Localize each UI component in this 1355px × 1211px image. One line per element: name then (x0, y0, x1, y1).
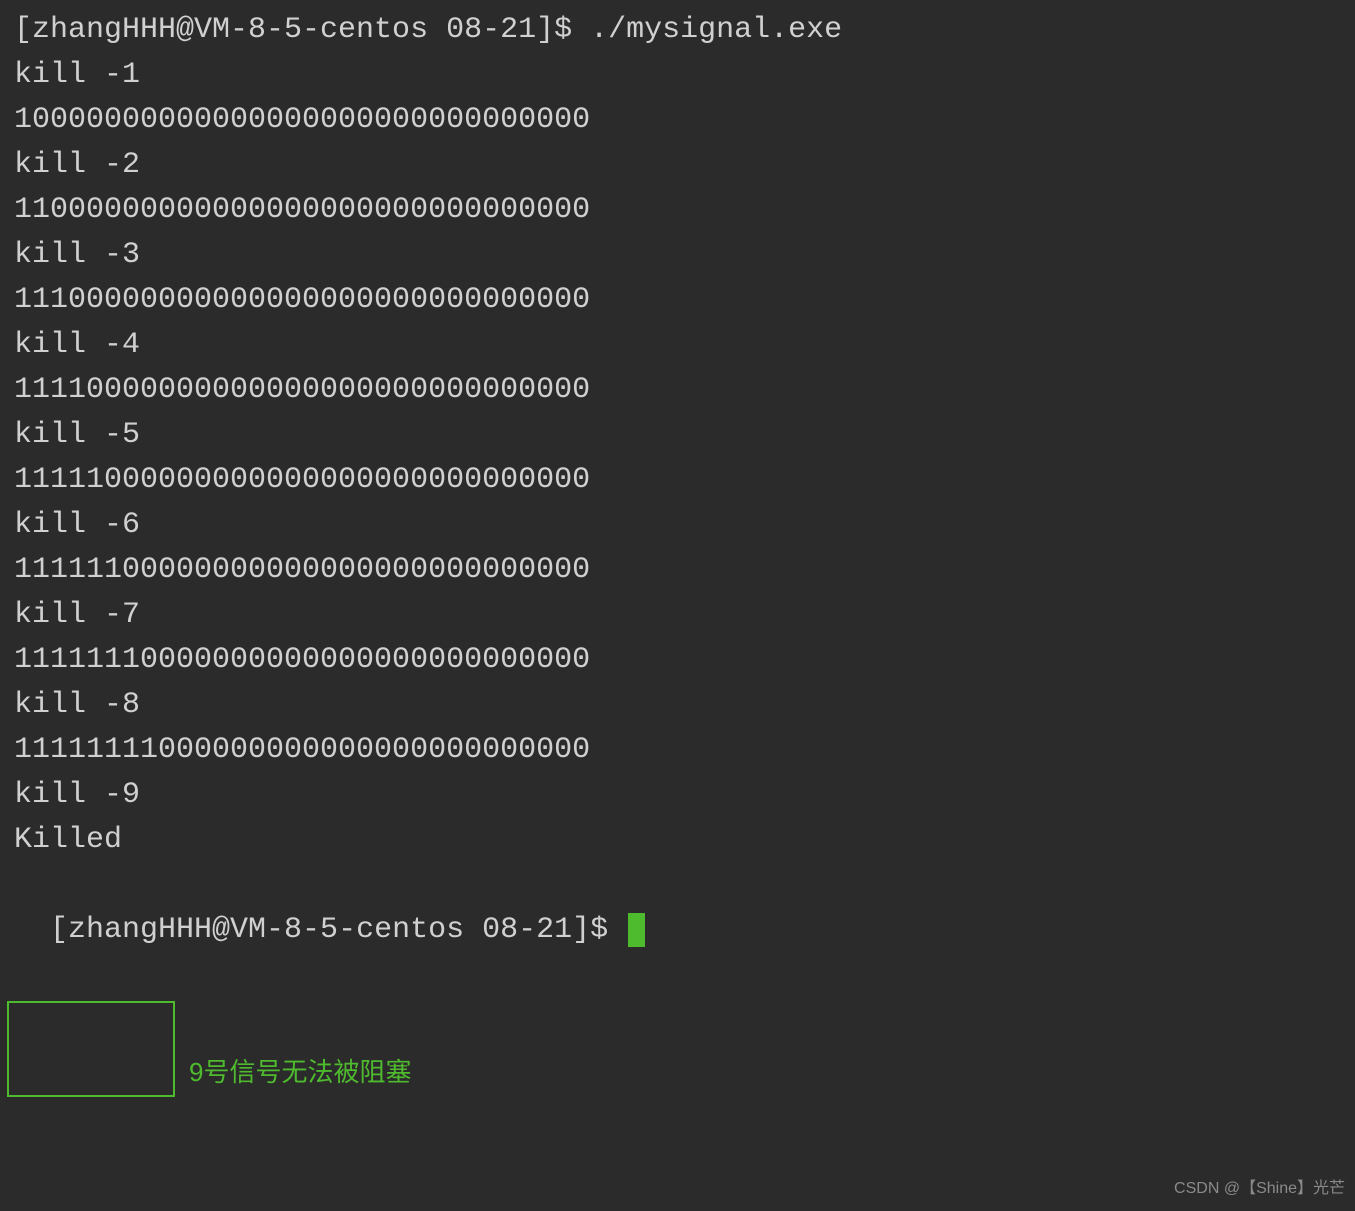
terminal-cursor (628, 913, 645, 947)
prompt-text: [zhangHHH@VM-8-5-centos 08-21]$ (50, 913, 626, 947)
terminal-output-line: kill -8 (14, 683, 1355, 728)
terminal-output-line: 11111110000000000000000000000000 (14, 638, 1355, 683)
terminal-output-line: kill -5 (14, 413, 1355, 458)
terminal-output-line: 11111000000000000000000000000000 (14, 458, 1355, 503)
terminal-output-line: 10000000000000000000000000000000 (14, 98, 1355, 143)
terminal-output-line: kill -9 (14, 773, 1355, 818)
terminal-output-line: kill -2 (14, 143, 1355, 188)
terminal-output-line: 11111111000000000000000000000000 (14, 728, 1355, 773)
terminal-output-line: 11110000000000000000000000000000 (14, 368, 1355, 413)
terminal-output-line: Killed (14, 818, 1355, 863)
terminal-output-line: 11111100000000000000000000000000 (14, 548, 1355, 593)
terminal-output-line: kill -6 (14, 503, 1355, 548)
terminal-output-line: kill -3 (14, 233, 1355, 278)
terminal-prompt-line: [zhangHHH@VM-8-5-centos 08-21]$ ./mysign… (14, 8, 1355, 53)
terminal-output-line: 11100000000000000000000000000000 (14, 278, 1355, 323)
annotation-text: 9号信号无法被阻塞 (189, 1053, 411, 1092)
terminal-output-line: kill -7 (14, 593, 1355, 638)
terminal-prompt-line[interactable]: [zhangHHH@VM-8-5-centos 08-21]$ (14, 863, 1355, 953)
watermark: CSDN @【Shine】光芒 (1174, 1177, 1345, 1201)
highlight-box (7, 1001, 175, 1097)
terminal-output-line: 11000000000000000000000000000000 (14, 188, 1355, 233)
terminal-output-line: kill -4 (14, 323, 1355, 368)
terminal-output-line: kill -1 (14, 53, 1355, 98)
